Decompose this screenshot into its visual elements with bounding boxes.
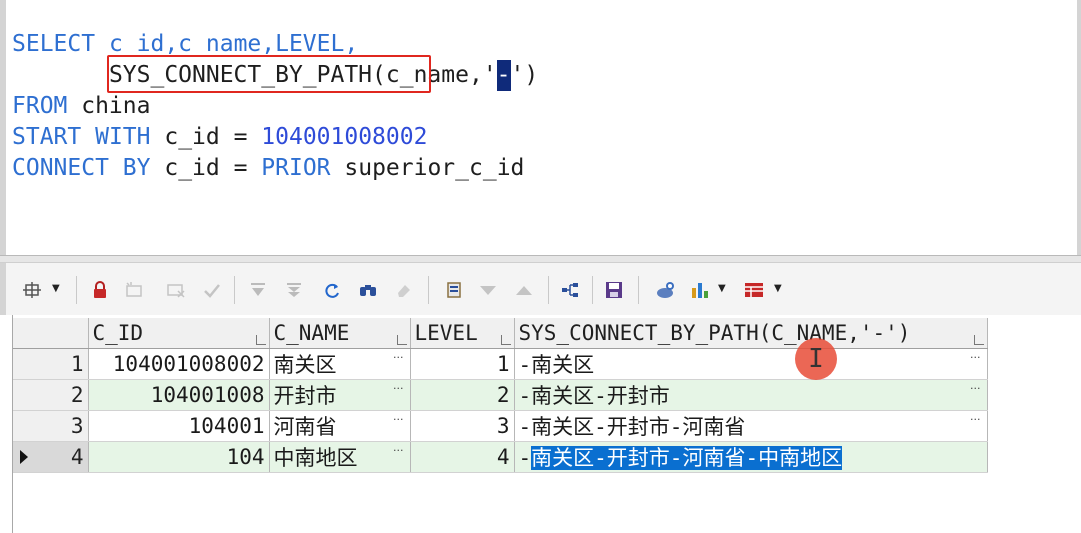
table-name: china (67, 93, 151, 119)
row-number[interactable]: 1 (13, 348, 89, 380)
chevron-down-icon[interactable]: ▼ (774, 283, 782, 294)
select-comma: , (344, 31, 359, 57)
keyword-start: START (12, 124, 82, 150)
cell-path[interactable]: -南关区-开封市-河南省 ··· (514, 410, 988, 442)
header-row: C_ID C_NAME LEVEL SYS_CONNECT_BY_PATH(C_… (13, 318, 988, 349)
function-args-end: ') (510, 62, 539, 88)
save-icon[interactable] (602, 279, 626, 301)
prior-column: superior_c_id (330, 155, 525, 181)
ellipsis-button[interactable]: ··· (970, 382, 981, 395)
cell-c-name[interactable]: 河南省 ··· (269, 410, 411, 442)
pane-splitter[interactable] (0, 255, 1081, 263)
cell-c-name[interactable]: 南关区 ··· (269, 348, 411, 380)
grid-options-icon[interactable] (20, 279, 44, 301)
sql-editor[interactable]: SELECT c_id,c_name,LEVEL, SYS_CONNECT_BY… (0, 0, 1081, 255)
chevron-down-icon[interactable]: ▼ (52, 283, 60, 294)
single-record-icon[interactable] (442, 279, 466, 301)
cell-c-name[interactable]: 中南地区 ··· (269, 441, 411, 473)
table-row[interactable]: 2 104001008 开封市 ··· 2 -南关区-开封市 ··· (13, 379, 988, 411)
cell-path-editing[interactable]: -南关区-开封市-河南省-中南地区 (514, 441, 988, 473)
table-row[interactable]: 3 104001 河南省 ··· 3 -南关区-开封市-河南省 ··· (13, 410, 988, 442)
cell-path[interactable]: -南关区 ··· (514, 348, 988, 380)
insert-record-icon[interactable] (122, 279, 146, 301)
post-changes-icon[interactable] (200, 279, 224, 301)
start-condition: c_id = (150, 124, 262, 150)
selected-separator-char: - (496, 60, 511, 91)
keyword-prior: PRIOR (261, 155, 331, 181)
toolbar-divider (428, 276, 429, 304)
column-header-c-name[interactable]: C_NAME (269, 318, 411, 349)
cell-level[interactable]: 1 (410, 348, 515, 380)
ellipsis-button[interactable]: ··· (393, 444, 404, 457)
keyword-select: SELECT (12, 31, 96, 57)
export-icon[interactable] (742, 279, 766, 301)
fetch-all-icon[interactable] (282, 279, 306, 301)
cell-level[interactable]: 4 (410, 441, 515, 473)
delete-record-icon[interactable] (164, 279, 188, 301)
keyword-by: BY (122, 155, 151, 181)
cell-c-id[interactable]: 104001 (88, 410, 270, 442)
cell-c-id[interactable]: 104001008002 (88, 348, 270, 380)
toolbar-divider (76, 276, 77, 304)
code-line-3[interactable]: FROM china (12, 91, 150, 122)
ellipsis-button[interactable]: ··· (393, 413, 404, 426)
cell-level[interactable]: 2 (410, 379, 515, 411)
ellipsis-button[interactable]: ··· (393, 382, 404, 395)
table-row[interactable]: 1 104001008002 南关区 ··· 1 -南关区 ··· (13, 348, 988, 380)
ellipsis-button[interactable]: ··· (970, 351, 981, 364)
query-tree-icon[interactable] (558, 279, 582, 301)
fetch-next-icon[interactable] (246, 279, 270, 301)
connect-condition: c_id = (150, 155, 262, 181)
filter-up-icon[interactable] (512, 279, 536, 301)
row-number[interactable]: 3 (13, 410, 89, 442)
cell-c-name[interactable]: 开封市 ··· (269, 379, 411, 411)
column-header-c-id[interactable]: C_ID (88, 318, 270, 349)
results-grid[interactable]: C_ID C_NAME LEVEL SYS_CONNECT_BY_PATH(C_… (12, 315, 1081, 533)
keyword-level: LEVEL (275, 31, 345, 57)
select-columns: c_id,c_name, (95, 31, 276, 57)
chevron-down-icon[interactable]: ▼ (718, 283, 726, 294)
ellipsis-button[interactable]: ··· (970, 413, 981, 426)
cell-level[interactable]: 3 (410, 410, 515, 442)
cell-path[interactable]: -南关区-开封市 ··· (514, 379, 988, 411)
result-toolbar: ▼ ▼ ▼ (0, 263, 1081, 315)
column-header-path[interactable]: SYS_CONNECT_BY_PATH(C_NAME,'-') (514, 318, 988, 349)
current-row-indicator-icon (20, 449, 28, 464)
function-highlight-box (107, 55, 431, 93)
keyword-with: WITH (95, 124, 151, 150)
print-icon[interactable] (654, 279, 678, 301)
cell-c-id[interactable]: 104 (88, 441, 270, 473)
keyword-from: FROM (12, 93, 68, 119)
refresh-icon[interactable] (320, 279, 344, 301)
clear-icon[interactable] (392, 279, 416, 301)
row-number[interactable]: 2 (13, 379, 89, 411)
row-number-current[interactable]: 4 (13, 441, 89, 473)
toolbar-divider (638, 276, 639, 304)
find-icon[interactable] (356, 279, 380, 301)
code-line-5[interactable]: CONNECT BY c_id = PRIOR superior_c_id (12, 153, 524, 184)
toolbar-divider (548, 276, 549, 304)
start-id-number: 104001008002 (261, 124, 428, 150)
code-line-4[interactable]: START WITH c_id = 104001008002 (12, 122, 427, 153)
toolbar-divider (234, 276, 235, 304)
cell-c-id[interactable]: 104001008 (88, 379, 270, 411)
column-header-level[interactable]: LEVEL (410, 318, 515, 349)
text-cursor-icon: I (808, 344, 824, 374)
results-table: C_ID C_NAME LEVEL SYS_CONNECT_BY_PATH(C_… (13, 318, 988, 473)
corner-cell[interactable] (13, 318, 89, 349)
toolbar-divider (592, 276, 593, 304)
keyword-connect: CONNECT (12, 155, 109, 181)
filter-down-icon[interactable] (476, 279, 500, 301)
chart-icon[interactable] (688, 279, 712, 301)
lock-icon[interactable] (88, 279, 112, 301)
selected-text: 南关区-开封市-河南省-中南地区 (531, 445, 843, 470)
table-row[interactable]: 4 104 中南地区 ··· 4 -南关区-开封市-河南省-中南地区 (13, 441, 988, 473)
ellipsis-button[interactable]: ··· (393, 351, 404, 364)
